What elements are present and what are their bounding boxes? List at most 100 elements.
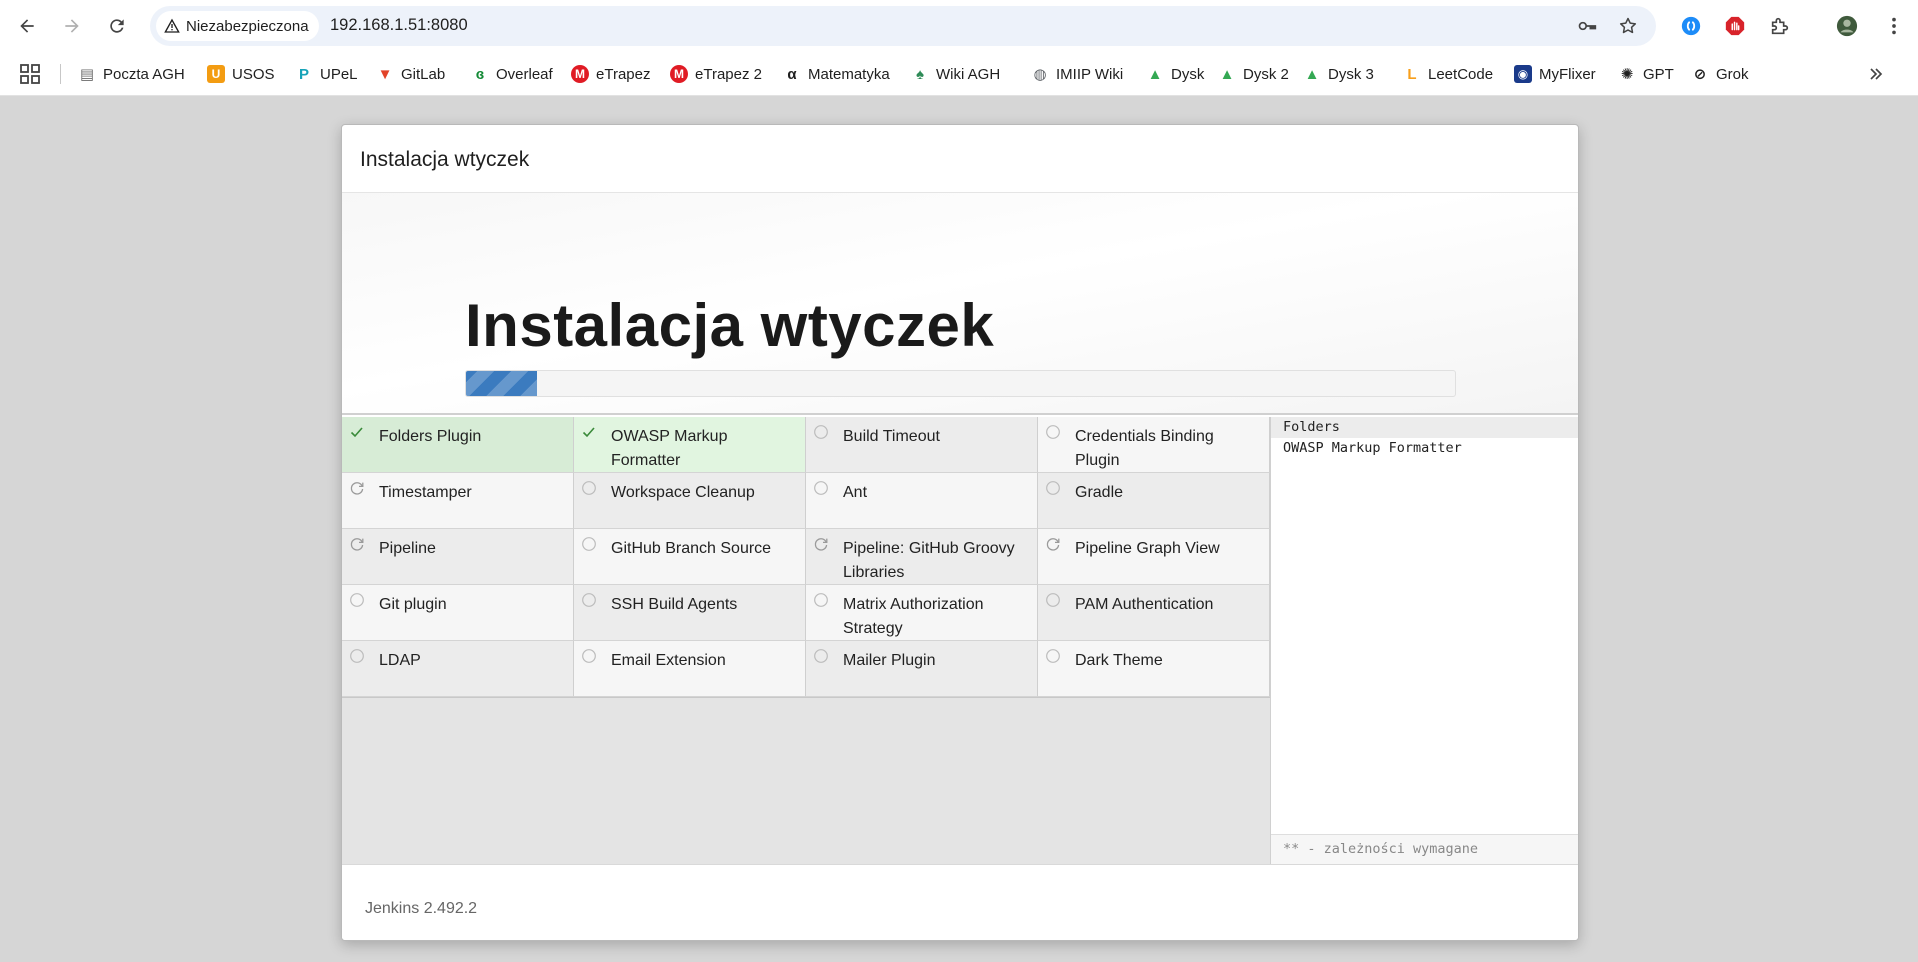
bookmark-label: Dysk 2: [1243, 65, 1289, 83]
plugin-name: Matrix Authorization Strategy: [843, 596, 984, 637]
back-button[interactable]: [11, 10, 43, 42]
refresh-spinner-icon: [350, 482, 364, 495]
plugin-name: Ant: [843, 484, 868, 501]
bookmark-gpt[interactable]: ✺ GPT: [1618, 62, 1674, 86]
bookmark-grok[interactable]: ⊘ Grok: [1691, 62, 1749, 86]
reload-icon: [110, 19, 124, 33]
plugin-status-pending: [349, 648, 365, 664]
password-key-button[interactable]: [1575, 14, 1599, 38]
apps-grid-button[interactable]: [18, 62, 42, 86]
bookmark-wiki-agh[interactable]: ♠ Wiki AGH: [911, 62, 1000, 86]
circle-outline-icon: [814, 649, 828, 663]
circle-outline-icon: [350, 649, 364, 663]
bookmark-upel[interactable]: P UPeL: [295, 62, 358, 86]
plugin-name: OWASP Markup Formatter: [611, 428, 728, 469]
etrapez-icon: M: [670, 65, 688, 83]
plugin-item: Email Extension: [574, 641, 806, 697]
plugin-item: SSH Build Agents: [574, 585, 806, 641]
plugin-item: OWASP Markup Formatter: [574, 417, 806, 473]
bookmark-dysk-2[interactable]: ▲ Dysk 2: [1218, 62, 1289, 86]
checkmark-icon: [350, 427, 363, 438]
plugin-grid-area: Folders Plugin OWASP Markup Formatter Buil…: [342, 417, 1271, 864]
plugin-status-pending: [581, 536, 597, 552]
bookmark-etrapez-2[interactable]: MeTrapez 2: [670, 62, 762, 86]
bookmark-poczta-agh[interactable]: ▤ Poczta AGH: [78, 62, 185, 86]
circle-outline-icon: [582, 649, 596, 663]
hero-title: Instalacja wtyczek: [465, 292, 995, 359]
bookmark-leetcode[interactable]: L LeetCode: [1403, 62, 1493, 86]
myflixer-icon: ◉: [1514, 65, 1532, 83]
bookmark-label: LeetCode: [1428, 65, 1494, 83]
plugin-install-dialog: Instalacja wtyczek Instalacja wtyczek Fo…: [341, 124, 1579, 941]
extensions-menu-button[interactable]: [1766, 12, 1794, 40]
address-bar[interactable]: Niezabezpieczona 192.168.1.51:8080: [150, 6, 1656, 46]
plugin-item: Mailer Plugin: [806, 641, 1038, 697]
plugin-item: Pipeline: GitHub Groovy Libraries: [806, 529, 1038, 585]
plugin-item: Build Timeout: [806, 417, 1038, 473]
install-hero: Instalacja wtyczek: [342, 193, 1578, 415]
plugin-name: Mailer Plugin: [843, 652, 936, 669]
url-text[interactable]: 192.168.1.51:8080: [330, 16, 468, 35]
etrapez-icon: M: [571, 65, 589, 83]
bookmark-star-button[interactable]: [1616, 14, 1640, 38]
plugin-item: Pipeline: [342, 529, 574, 585]
gitlab-icon: ▼: [377, 65, 393, 83]
circle-outline-icon: [582, 481, 596, 495]
bookmark-dysk-3[interactable]: ▲ Dysk 3: [1303, 62, 1374, 86]
plugin-item: Workspace Cleanup: [574, 473, 806, 529]
plugin-status-pending: [581, 648, 597, 664]
bookmark-label: USOS: [232, 65, 275, 83]
plugin-name: Workspace Cleanup: [611, 484, 755, 501]
star-icon: [1619, 17, 1637, 34]
plugin-status-pending: [1045, 480, 1061, 496]
plugin-name: Build Timeout: [843, 428, 940, 445]
extension-shazam-button[interactable]: [1677, 12, 1705, 40]
reload-button[interactable]: [101, 10, 133, 42]
extension-adblock-button[interactable]: [1721, 12, 1749, 40]
plugin-name: Git plugin: [379, 596, 447, 613]
plugin-name: Pipeline: [379, 540, 436, 557]
plugin-name: Pipeline: GitHub Groovy Libraries: [843, 540, 1015, 581]
plugin-item: GitHub Branch Source: [574, 529, 806, 585]
refresh-spinner-icon: [814, 538, 828, 551]
circle-outline-icon: [350, 593, 364, 607]
bookmark-myflixer[interactable]: ◉ MyFlixer: [1514, 62, 1596, 86]
plugin-name: Email Extension: [611, 652, 726, 669]
bookmark-label: IMIIP Wiki: [1056, 65, 1124, 83]
profile-avatar-button[interactable]: [1833, 12, 1861, 40]
browser-menu-button[interactable]: [1880, 12, 1908, 40]
bookmark-matematyka[interactable]: α Matematyka: [783, 62, 889, 86]
bookmark-gitlab[interactable]: ▼ GitLab: [376, 62, 446, 86]
plugin-name: LDAP: [379, 652, 421, 669]
plugin-status-pending: [1045, 648, 1061, 664]
dependency-footnote: ** - zależności wymagane: [1271, 834, 1578, 864]
plugin-item: PAM Authentication: [1038, 585, 1270, 641]
forward-button[interactable]: [56, 10, 88, 42]
plugin-item: Ant: [806, 473, 1038, 529]
plugin-status-pending: [349, 592, 365, 608]
refresh-spinner-icon: [350, 538, 364, 551]
circle-outline-icon: [1046, 593, 1060, 607]
plugin-name: Pipeline Graph View: [1075, 540, 1220, 557]
bookmark-imiip-wiki[interactable]: ◍ IMIIP Wiki: [1031, 62, 1123, 86]
bookmark-etrapez[interactable]: MeTrapez: [571, 62, 650, 86]
bookmark-label: Wiki AGH: [936, 65, 1001, 83]
plugin-name: PAM Authentication: [1075, 596, 1214, 613]
more-bookmarks-button[interactable]: [1864, 62, 1888, 86]
plugin-name: GitHub Branch Source: [611, 540, 772, 557]
plugin-status-pending: [813, 648, 829, 664]
circle-outline-icon: [582, 593, 596, 607]
bookmarks-bar: ▤ Poczta AGH U USOS P UPeL ▼ GitLab ɞ Overleaf MeT…: [0, 52, 1918, 96]
plugin-status-installing: [349, 480, 365, 496]
plugin-grid: Folders Plugin OWASP Markup Formatter Buil…: [342, 417, 1270, 698]
bookmark-overleaf[interactable]: ɞ Overleaf: [471, 62, 553, 86]
bookmark-dysk[interactable]: ▲ Dysk: [1146, 62, 1205, 86]
bookmark-usos[interactable]: U USOS: [207, 62, 275, 86]
shazam-icon: [1681, 16, 1701, 36]
plugin-name: Credentials Binding Plugin: [1075, 428, 1214, 469]
circle-outline-icon: [582, 537, 596, 551]
bookmark-label: Overleaf: [496, 65, 553, 83]
security-indicator[interactable]: Niezabezpieczona: [156, 11, 319, 41]
key-icon: [1578, 21, 1597, 31]
refresh-spinner-icon: [1046, 538, 1060, 551]
